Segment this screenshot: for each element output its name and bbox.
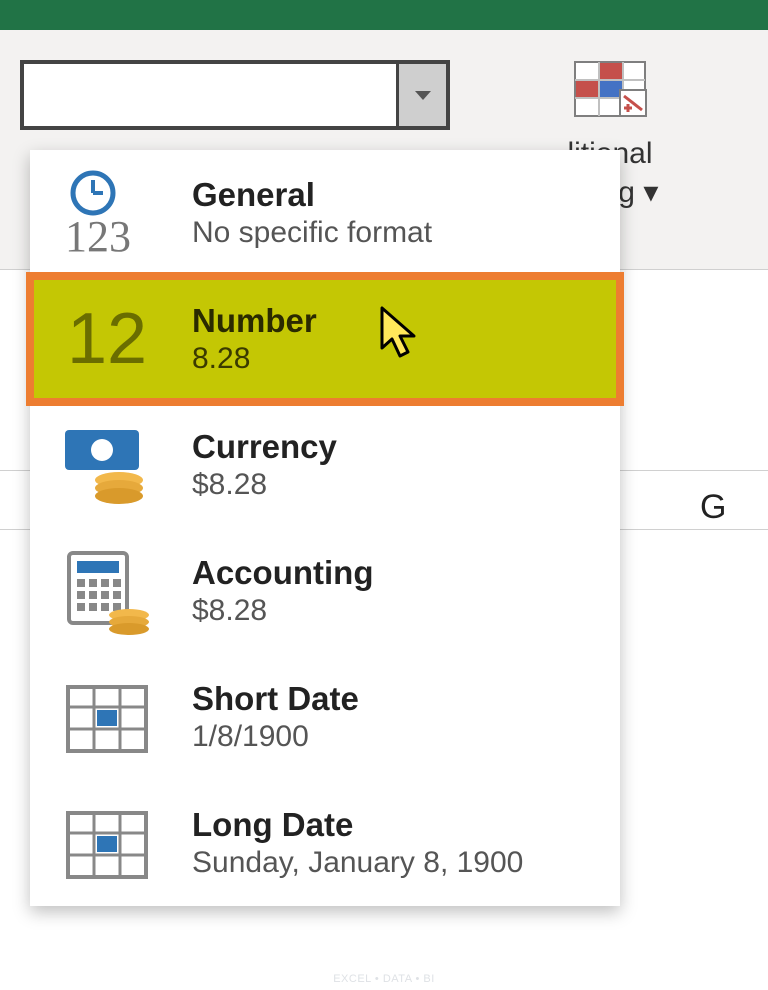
format-option-sub: $8.28	[192, 594, 598, 628]
format-option-sub: Sunday, January 8, 1900	[192, 846, 598, 880]
format-option-sub: 1/8/1900	[192, 720, 598, 754]
column-header-g[interactable]: G	[700, 488, 726, 527]
format-option-title: Number	[192, 302, 598, 340]
chevron-down-small-icon: ▾	[643, 176, 658, 209]
number-format-dropdown: 123 General No specific format 12 Number…	[30, 150, 620, 906]
number-icon: 12	[52, 294, 162, 384]
format-option-title: Currency	[192, 428, 598, 466]
format-option-title: Long Date	[192, 806, 598, 844]
format-option-sub: 8.28	[192, 342, 598, 376]
format-option-sub: No specific format	[192, 216, 598, 250]
format-option-short-date[interactable]: Short Date 1/8/1900	[30, 654, 620, 780]
chevron-down-icon	[413, 89, 433, 101]
svg-text:123: 123	[65, 212, 131, 257]
calendar-icon	[52, 672, 162, 762]
number-format-selector[interactable]	[20, 60, 450, 130]
title-bar	[0, 0, 768, 30]
format-option-title: Accounting	[192, 554, 598, 592]
format-option-currency[interactable]: Currency $8.28	[30, 402, 620, 528]
format-option-sub: $8.28	[192, 468, 598, 502]
number-format-dropdown-button[interactable]	[396, 64, 446, 126]
calendar-icon	[52, 798, 162, 888]
conditional-formatting-icon	[510, 60, 710, 128]
format-option-title: Short Date	[192, 680, 598, 718]
format-option-accounting[interactable]: Accounting $8.28	[30, 528, 620, 654]
format-option-long-date[interactable]: Long Date Sunday, January 8, 1900	[30, 780, 620, 906]
format-option-title: General	[192, 176, 598, 214]
general-icon: 123	[52, 168, 162, 258]
format-option-number[interactable]: 12 Number 8.28	[30, 276, 620, 402]
format-option-general[interactable]: 123 General No specific format	[30, 150, 620, 276]
currency-icon	[52, 420, 162, 510]
accounting-icon	[52, 546, 162, 636]
